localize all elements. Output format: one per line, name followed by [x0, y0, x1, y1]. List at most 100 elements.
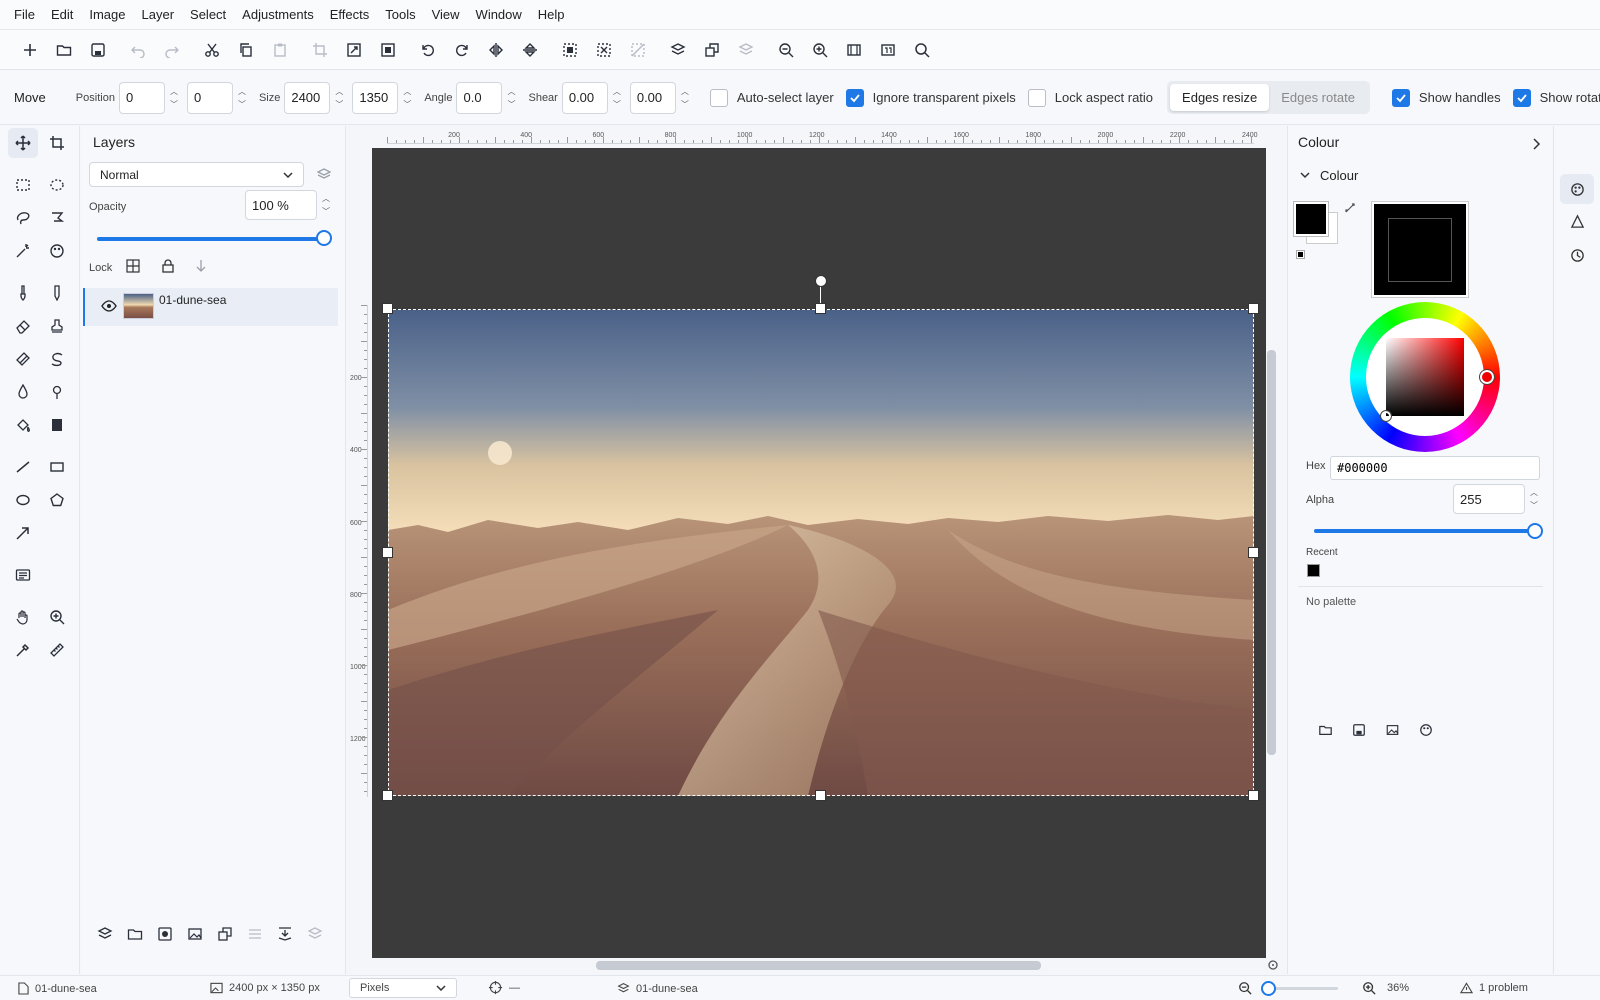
duplicate-layer-icon[interactable]	[695, 35, 729, 65]
ellipse-tool-icon[interactable]	[8, 485, 38, 515]
open-folder-icon[interactable]	[47, 35, 81, 65]
new-icon[interactable]	[13, 35, 47, 65]
fit-window-icon[interactable]	[837, 35, 871, 65]
opacity-stepper[interactable]: ︿ ﹀	[319, 192, 333, 218]
zoom-out-icon[interactable]	[769, 35, 803, 65]
zoom-in-icon[interactable]	[803, 35, 837, 65]
height-stepper[interactable]: ︿ ﹀	[400, 85, 414, 111]
handle-bottom-left[interactable]	[382, 790, 393, 801]
hand-tool-icon[interactable]	[8, 602, 38, 632]
rectangle-tool-icon[interactable]	[42, 452, 72, 482]
eyedropper-icon[interactable]	[8, 635, 38, 665]
colour-palette-grid[interactable]	[1371, 201, 1469, 298]
smudge-icon[interactable]	[42, 344, 72, 374]
ellipse-select-icon[interactable]	[42, 170, 72, 200]
checkbox-checked[interactable]	[1391, 88, 1410, 107]
flip-horizontal-icon[interactable]	[479, 35, 513, 65]
deselect-icon[interactable]	[587, 35, 621, 65]
lock-all-icon[interactable]	[161, 259, 175, 273]
checkbox-checked[interactable]	[845, 88, 864, 107]
primary-colour-swatch[interactable]	[1293, 201, 1329, 237]
chevron-down-icon[interactable]	[1300, 171, 1310, 179]
merge-layer-icon[interactable]	[729, 35, 763, 65]
saturation-value-square[interactable]	[1386, 338, 1464, 416]
fit-canvas-icon[interactable]	[1267, 959, 1279, 971]
recent-colour-swatch[interactable]	[1307, 564, 1320, 577]
ignore-transparent-checkbox[interactable]: Ignore transparent pixels	[845, 88, 1016, 107]
fill-bucket-icon[interactable]	[8, 410, 38, 440]
duplicate-layer-icon[interactable]	[217, 926, 233, 942]
zoom-slider-handle[interactable]	[1261, 981, 1276, 996]
alpha-slider[interactable]	[1314, 529, 1536, 533]
resize-image-icon[interactable]	[337, 35, 371, 65]
menu-select[interactable]: Select	[182, 0, 234, 30]
handle-top-right[interactable]	[1248, 303, 1259, 314]
checkbox-box[interactable]	[1027, 88, 1046, 107]
save-icon[interactable]	[81, 35, 115, 65]
delete-layer-icon[interactable]	[307, 926, 323, 942]
colour-dock-icon[interactable]	[1560, 174, 1594, 204]
select-all-icon[interactable]	[553, 35, 587, 65]
swap-colours-icon[interactable]	[1344, 202, 1356, 214]
invert-selection-icon[interactable]	[621, 35, 655, 65]
menu-effects[interactable]: Effects	[322, 0, 378, 30]
layer-stack-icon[interactable]	[317, 168, 331, 182]
angle-input[interactable]	[456, 81, 503, 114]
magic-wand-icon[interactable]	[8, 236, 38, 266]
shear-x-stepper[interactable]: ︿ ﹀	[610, 85, 624, 111]
arrow-tool-icon[interactable]	[8, 518, 38, 548]
flip-vertical-icon[interactable]	[513, 35, 547, 65]
zoom-tool-icon[interactable]	[42, 602, 72, 632]
handle-bottom-right[interactable]	[1248, 790, 1259, 801]
auto-select-layer-checkbox[interactable]: Auto-select layer	[709, 88, 834, 107]
height-input[interactable]	[352, 81, 399, 114]
lock-position-icon[interactable]	[194, 259, 208, 273]
rect-select-icon[interactable]	[8, 170, 38, 200]
zoom-out-icon[interactable]	[1238, 981, 1252, 995]
reset-colours-icon[interactable]	[1296, 250, 1305, 259]
crop-to-selection-icon[interactable]	[303, 35, 337, 65]
layer-row[interactable]: 01-dune-sea	[83, 288, 338, 326]
pattern-fill-icon[interactable]	[42, 410, 72, 440]
zoom-in-icon[interactable]	[1362, 981, 1376, 995]
palette-from-image-icon[interactable]	[1385, 723, 1400, 737]
layer-image-icon[interactable]	[187, 926, 203, 942]
save-palette-icon[interactable]	[1352, 723, 1366, 737]
undo-icon[interactable]	[121, 35, 155, 65]
checkbox-box[interactable]	[709, 88, 728, 107]
checkbox-checked[interactable]	[1512, 88, 1531, 107]
rotate-ccw-icon[interactable]	[411, 35, 445, 65]
paste-icon[interactable]	[263, 35, 297, 65]
handle-top-left[interactable]	[382, 303, 393, 314]
flatten-icon[interactable]	[277, 926, 293, 942]
handle-bottom[interactable]	[815, 790, 826, 801]
menu-adjustments[interactable]: Adjustments	[234, 0, 322, 30]
show-handles-checkbox[interactable]: Show handles	[1391, 88, 1501, 107]
open-palette-icon[interactable]	[1318, 723, 1333, 737]
edges-rotate-button[interactable]: Edges rotate	[1269, 84, 1367, 111]
position-y-stepper[interactable]: ︿ ﹀	[235, 85, 249, 111]
history-dock-icon[interactable]	[1570, 248, 1585, 263]
rotate-node-handle[interactable]	[815, 275, 827, 287]
crop-tool-icon[interactable]	[42, 128, 72, 158]
handle-top[interactable]	[815, 303, 826, 314]
opacity-slider-handle[interactable]	[316, 230, 332, 246]
search-icon[interactable]	[905, 35, 939, 65]
actual-size-icon[interactable]	[871, 35, 905, 65]
hex-input[interactable]	[1330, 456, 1540, 480]
menu-tools[interactable]: Tools	[377, 0, 423, 30]
lasso-icon[interactable]	[8, 203, 38, 233]
position-x-input[interactable]	[118, 81, 165, 114]
menu-layer[interactable]: Layer	[134, 0, 183, 30]
width-input[interactable]	[284, 81, 331, 114]
blend-mode-select[interactable]: Normal	[89, 162, 304, 187]
cut-icon[interactable]	[195, 35, 229, 65]
resize-canvas-icon[interactable]	[371, 35, 405, 65]
palette-center-swatch[interactable]	[1388, 218, 1452, 282]
units-select[interactable]: Pixels	[349, 978, 457, 998]
layer-mask-icon[interactable]	[157, 926, 173, 942]
lock-transparency-icon[interactable]	[126, 259, 140, 273]
menu-help[interactable]: Help	[530, 0, 573, 30]
angle-stepper[interactable]: ︿ ﹀	[504, 85, 518, 111]
clone-stamp-icon[interactable]	[42, 311, 72, 341]
